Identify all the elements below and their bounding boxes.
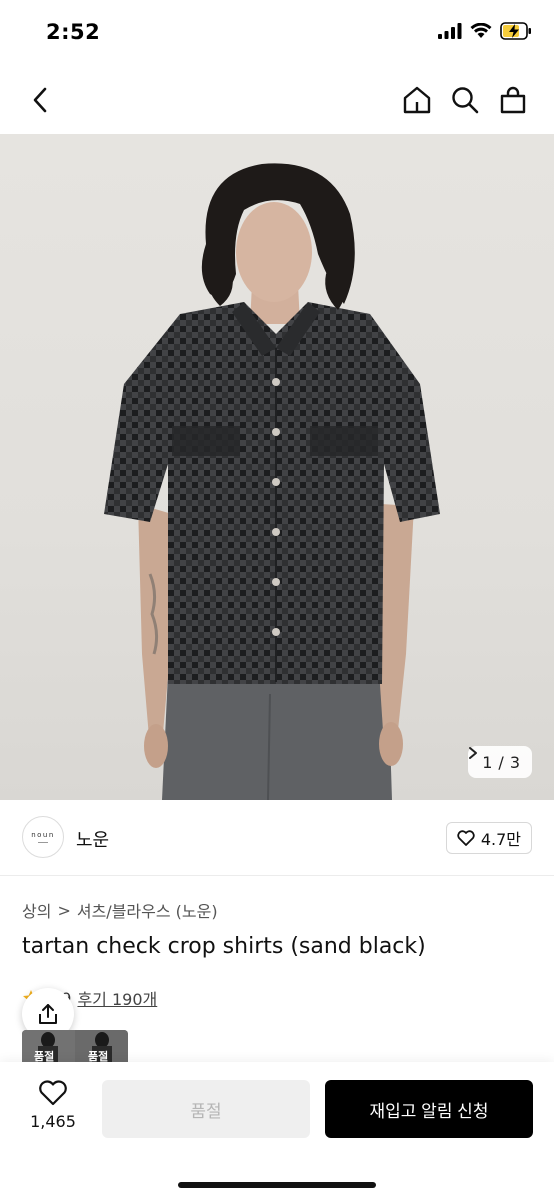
battery-charging-icon xyxy=(500,22,531,40)
brand-like-button[interactable]: 4.7만 xyxy=(445,822,532,854)
product-image-gallery[interactable]: 1 / 3 xyxy=(0,134,554,800)
heart-icon xyxy=(39,1080,67,1106)
brand-logo-text: noun xyxy=(31,831,55,839)
wishlist-button[interactable]: 1,465 xyxy=(22,1080,84,1131)
home-icon xyxy=(403,86,431,114)
status-bar: 2:52 xyxy=(0,0,554,66)
status-time: 2:52 xyxy=(46,20,101,44)
shopping-bag-icon xyxy=(500,86,526,114)
brand-name[interactable]: 노운 xyxy=(76,826,109,852)
heart-icon xyxy=(457,830,475,846)
soldout-button: 품절 xyxy=(102,1080,310,1138)
signal-icon xyxy=(438,23,462,39)
breadcrumb-separator: > xyxy=(57,900,71,920)
brand-row[interactable]: noun 노운 4.7만 xyxy=(0,800,554,876)
share-icon xyxy=(39,1004,57,1024)
product-photo xyxy=(104,163,440,800)
nav-bar xyxy=(0,66,554,134)
gallery-current: 1 xyxy=(482,752,493,772)
gallery-total: 3 xyxy=(509,752,520,772)
home-indicator xyxy=(178,1182,376,1188)
thumbnail-soldout-label: 품절 xyxy=(34,1050,55,1062)
nav-actions xyxy=(400,80,530,120)
gallery-page-indicator[interactable]: 1 / 3 xyxy=(468,746,532,778)
option-thumbnails[interactable]: 품절 품절 xyxy=(22,1030,128,1062)
chevron-right-icon xyxy=(469,747,478,759)
gallery-separator: / xyxy=(498,752,504,772)
breadcrumb-subcategory[interactable]: 셔츠/블라우스 (노운) xyxy=(77,898,218,922)
wifi-icon xyxy=(470,23,492,38)
search-button[interactable] xyxy=(448,80,482,120)
cart-button[interactable] xyxy=(496,80,530,120)
back-button[interactable] xyxy=(22,80,58,120)
restock-alert-button[interactable]: 재입고 알림 신청 xyxy=(325,1080,533,1138)
wishlist-count: 1,465 xyxy=(30,1112,76,1131)
breadcrumb: 상의 > 셔츠/블라우스 (노운) xyxy=(22,898,218,922)
brand-logo: noun xyxy=(22,816,64,858)
search-icon xyxy=(452,87,479,114)
review-link[interactable]: 후기 190개 xyxy=(77,986,157,1010)
bottom-action-bar: 1,465 품절 재입고 알림 신청 xyxy=(0,1062,554,1200)
breadcrumb-category[interactable]: 상의 xyxy=(22,898,51,922)
product-title: tartan check crop shirts (sand black) xyxy=(22,934,426,959)
thumbnail-soldout-label: 품절 xyxy=(88,1050,109,1062)
brand-like-count: 4.7만 xyxy=(480,830,521,849)
status-icons xyxy=(438,22,532,40)
chevron-left-icon xyxy=(33,87,47,113)
home-button[interactable] xyxy=(400,80,434,120)
